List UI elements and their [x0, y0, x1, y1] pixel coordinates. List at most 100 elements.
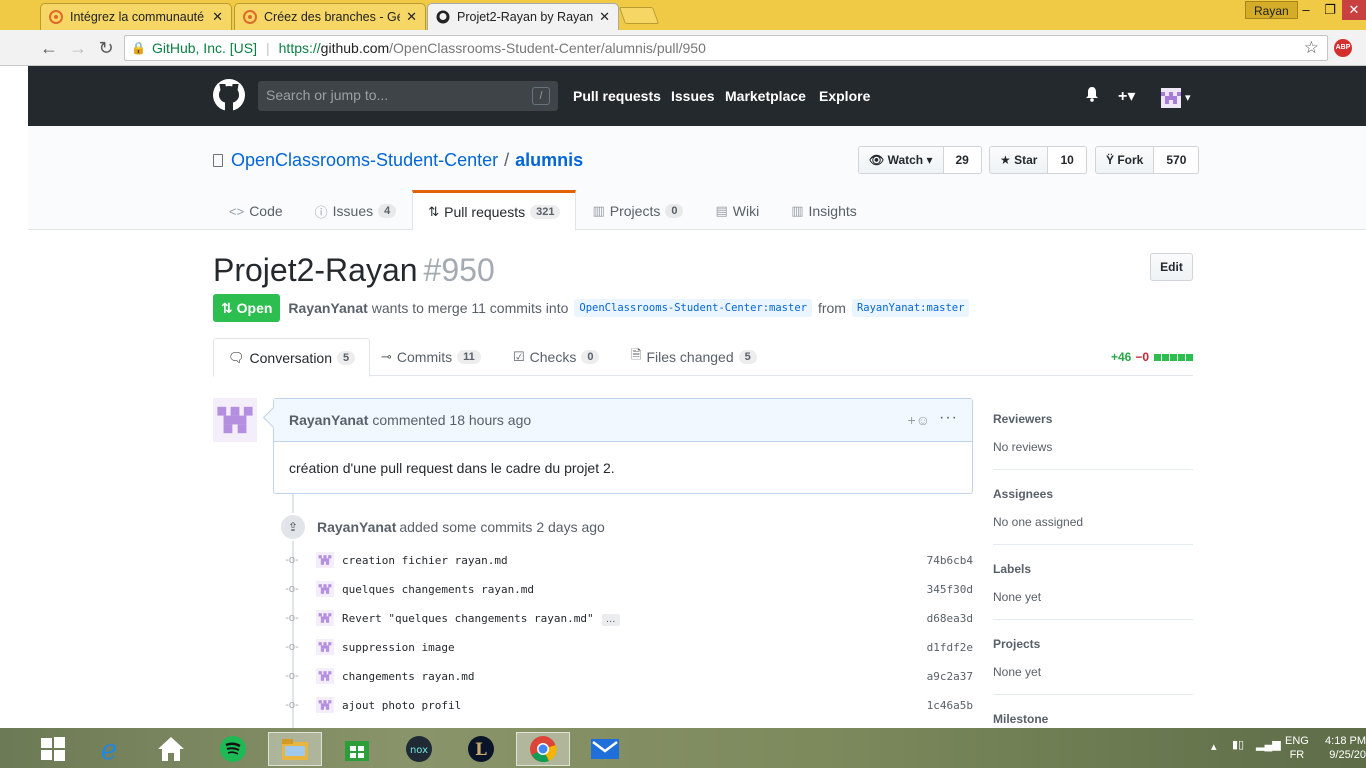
repo-owner-link[interactable]: OpenClassrooms-Student-Center — [231, 150, 498, 170]
commit-message[interactable]: quelques changements rayan.md — [342, 583, 927, 596]
mail-icon[interactable] — [578, 732, 632, 766]
author-link[interactable]: RayanYanat — [288, 300, 367, 316]
tab-conversation[interactable]: 🗨 Conversation 5 — [213, 338, 371, 377]
sidebar-milestone[interactable]: Milestone — [993, 712, 1193, 728]
avatar[interactable] — [316, 581, 334, 597]
chrome-icon[interactable] — [516, 732, 570, 766]
repo-name-link[interactable]: alumnis — [515, 150, 583, 170]
tab-checks[interactable]: ☑ Checks 0 — [499, 338, 613, 376]
tab-pull-requests[interactable]: ⇅ Pull requests 321 — [412, 190, 577, 231]
tab-wiki[interactable]: ▤ Wiki — [699, 190, 775, 230]
avatar[interactable] — [316, 552, 334, 568]
league-icon[interactable]: L — [454, 732, 508, 766]
fork-count[interactable]: 570 — [1154, 146, 1200, 174]
tab-code[interactable]: <> Code — [213, 190, 299, 230]
comment-timestamp[interactable]: commented 18 hours ago — [372, 412, 531, 428]
start-icon[interactable] — [26, 732, 80, 766]
avatar[interactable] — [316, 697, 334, 713]
watch-button[interactable]: 👁 Watch ▾ — [858, 146, 944, 174]
close-icon[interactable]: ✕ — [406, 9, 417, 25]
commit-message-wrap: Revert "quelques changements rayan.md" … — [342, 610, 927, 626]
profile-badge[interactable]: Rayan — [1245, 1, 1298, 19]
expand-commit-button[interactable]: … — [601, 614, 620, 626]
bookmark-star-icon[interactable]: ☆ — [1304, 38, 1319, 58]
commit-sha[interactable]: 1c46a5b — [927, 699, 973, 712]
bell-icon[interactable] — [1085, 86, 1099, 107]
commit-sha[interactable]: 74b6cb4 — [927, 554, 973, 567]
sidebar-heading: Milestone — [993, 712, 1049, 726]
commit-message[interactable]: creation fichier rayan.md — [342, 554, 927, 567]
sidebar-assignees[interactable]: Assignees No one assigned — [993, 487, 1193, 545]
volume-icon[interactable]: ▂▄▆ — [1256, 738, 1281, 752]
address-bar[interactable]: 🔒 GitHub, Inc. [US] | https://github.com… — [124, 35, 1328, 61]
browser-tab-3-active[interactable]: Projet2-Rayan by RayanY ✕ — [427, 3, 619, 30]
avatar[interactable] — [316, 610, 334, 626]
url-path: /OpenClassrooms-Student-Center/alumnis/p… — [389, 40, 706, 56]
nav-pull-requests[interactable]: Pull requests — [573, 88, 661, 104]
internet-explorer-icon[interactable]: e — [82, 732, 136, 766]
tab-files-changed[interactable]: 🗎 Files changed 5 — [617, 338, 771, 376]
tray-chevron-icon[interactable]: ▴ — [1211, 740, 1217, 754]
watch-label: Watch ▾ — [887, 153, 933, 167]
commit-sha[interactable]: a9c2a37 — [927, 670, 973, 683]
file-explorer-icon[interactable] — [268, 732, 322, 766]
close-icon[interactable]: ✕ — [212, 9, 223, 25]
tab-commits[interactable]: ⊸ Commits 11 — [367, 338, 495, 376]
browser-tab-2[interactable]: Créez des branches - Gér ✕ — [234, 3, 426, 30]
home-icon[interactable] — [144, 732, 198, 766]
additions-count: +46 — [1110, 350, 1132, 364]
adblock-icon[interactable]: ABP — [1334, 39, 1352, 57]
github-logo-icon[interactable] — [213, 79, 245, 111]
base-branch-ref[interactable]: OpenClassrooms-Student-Center:master — [574, 299, 812, 317]
tab-projects[interactable]: ▥ Projects 0 — [576, 190, 699, 230]
browser-tab-1[interactable]: Intégrez la communauté ✕ — [40, 3, 232, 30]
plus-dropdown-icon[interactable]: +▾ — [1118, 86, 1135, 106]
commit-message[interactable]: Revert "quelques changements rayan.md" — [342, 612, 594, 625]
avatar[interactable] — [213, 398, 257, 442]
search-input[interactable]: Search or jump to... / — [258, 81, 558, 111]
nox-icon[interactable]: nox — [392, 732, 446, 766]
avatar[interactable] — [316, 639, 334, 655]
head-branch-ref[interactable]: RayanYanat:master — [851, 299, 970, 317]
tab-insights[interactable]: ▥ Insights — [775, 190, 873, 230]
chevron-down-icon[interactable]: ▾ — [1185, 91, 1191, 104]
forward-icon[interactable]: → — [66, 36, 90, 60]
sidebar-projects[interactable]: Projects None yet — [993, 637, 1193, 695]
clock[interactable]: 4:18 PM 9/25/20 — [1322, 734, 1366, 762]
star-count[interactable]: 10 — [1048, 146, 1087, 174]
reload-icon[interactable]: ↻ — [94, 36, 118, 60]
nav-issues[interactable]: Issues — [671, 88, 715, 104]
new-tab-button[interactable] — [618, 7, 660, 24]
avatar[interactable] — [1161, 88, 1181, 108]
sidebar-reviewers[interactable]: Reviewers No reviews — [993, 412, 1193, 470]
commit-sha[interactable]: 345f30d — [927, 583, 973, 596]
nav-marketplace[interactable]: Marketplace — [725, 88, 806, 104]
edit-button[interactable]: Edit — [1150, 253, 1193, 281]
star-button[interactable]: ★ Star — [989, 146, 1049, 174]
commit-message[interactable]: changements rayan.md — [342, 670, 927, 683]
avatar[interactable] — [316, 668, 334, 684]
event-author-link[interactable]: RayanYanat — [317, 519, 396, 535]
commit-row: -o-changements rayan.md a9c2a37 — [285, 663, 973, 689]
add-reaction-icon[interactable]: +☺ — [908, 412, 930, 428]
close-icon[interactable]: ✕ — [599, 9, 610, 25]
comment-author-link[interactable]: RayanYanat — [289, 412, 368, 428]
language-indicator[interactable]: ENG FR — [1285, 734, 1309, 762]
restore-icon[interactable]: ❐ — [1318, 0, 1342, 20]
nav-explore[interactable]: Explore — [819, 88, 870, 104]
network-icon[interactable]: ▮▯ — [1232, 738, 1244, 752]
commit-sha[interactable]: d68ea3d — [927, 612, 973, 625]
window-close-icon[interactable]: ✕ — [1342, 0, 1366, 20]
tab-issues[interactable]: ⓘ Issues 4 — [299, 190, 413, 230]
fork-button[interactable]: Ÿ Fork — [1095, 146, 1155, 174]
commit-sha[interactable]: d1fdf2e — [927, 641, 973, 654]
sidebar-labels[interactable]: Labels None yet — [993, 562, 1193, 620]
spotify-icon[interactable] — [206, 732, 260, 766]
store-icon[interactable] — [330, 732, 384, 766]
commit-message[interactable]: suppression image — [342, 641, 927, 654]
watch-count[interactable]: 29 — [943, 146, 982, 174]
minimize-icon[interactable]: – — [1294, 0, 1318, 20]
kebab-menu-icon[interactable]: ··· — [939, 409, 958, 427]
commit-message[interactable]: ajout photo profil — [342, 699, 927, 712]
back-icon[interactable]: ← — [37, 36, 61, 60]
